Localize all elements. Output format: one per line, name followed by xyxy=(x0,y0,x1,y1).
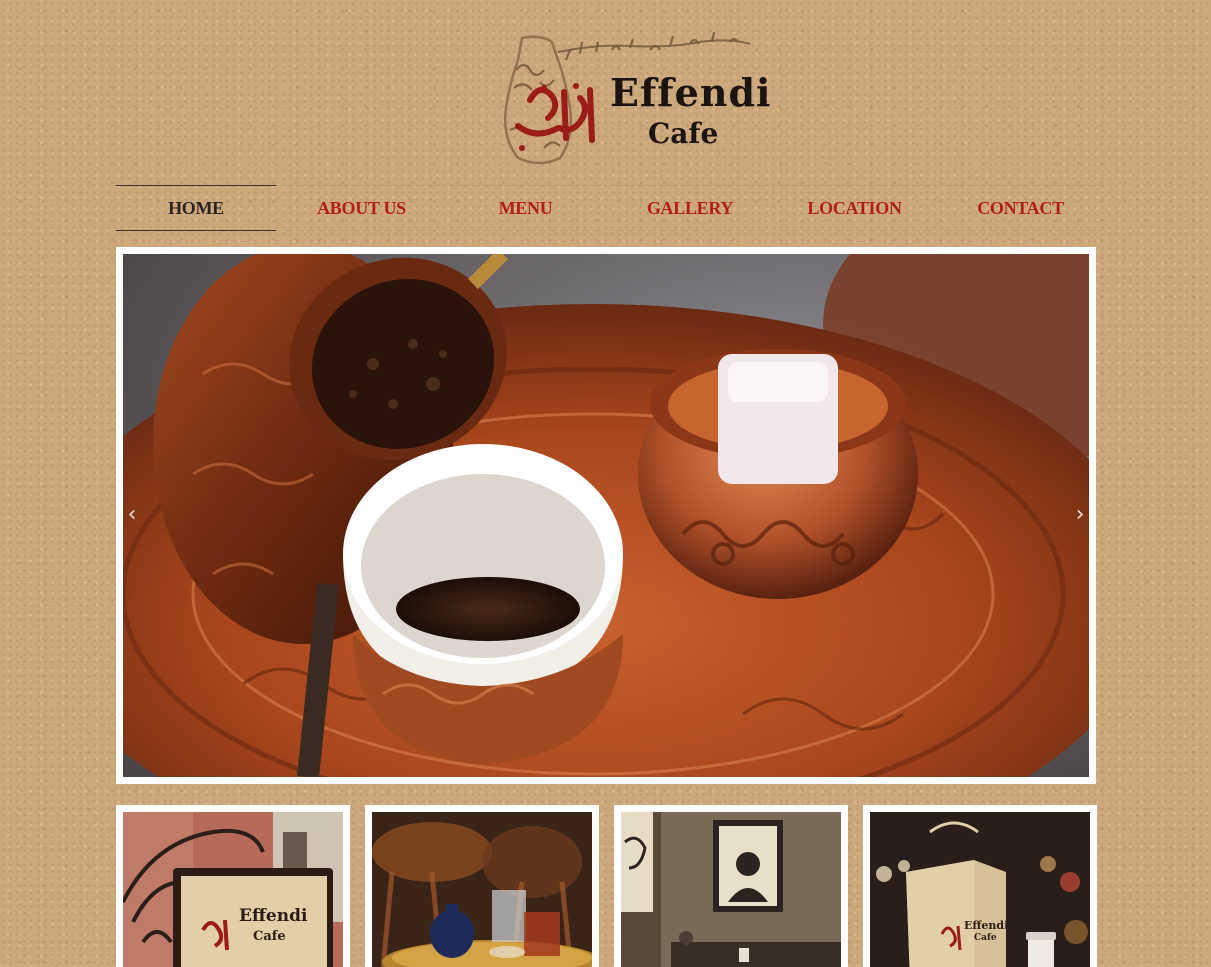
main-navigation: HOME ABOUT US MENU GALLERY LOCATION CONT… xyxy=(116,185,1101,231)
gallery-thumb-storefront[interactable]: Effendi Cafe xyxy=(116,805,350,967)
nav-item-about-us[interactable]: ABOUT US xyxy=(283,185,440,231)
nav-item-menu[interactable]: MENU xyxy=(447,185,604,231)
gallery-thumb-interior[interactable] xyxy=(614,805,848,967)
nav-item-contact[interactable]: CONTACT xyxy=(940,185,1101,231)
sign-brand-name: Effendi xyxy=(239,906,308,926)
hero-slideshow: ‹ › xyxy=(116,247,1096,784)
nav-item-location[interactable]: LOCATION xyxy=(776,185,933,231)
brand-name: Effendi xyxy=(610,70,772,115)
hero-image: ‹ › xyxy=(123,254,1089,777)
storefront-sign-photo: Effendi Cafe xyxy=(123,812,343,967)
gallery-thumb-shopping-bag[interactable]: Effendi Cafe xyxy=(863,805,1097,967)
nav-item-gallery[interactable]: GALLERY xyxy=(611,185,769,231)
slideshow-next-button[interactable]: › xyxy=(1073,502,1087,528)
turkish-coffee-photo xyxy=(123,254,1089,777)
bag-brand-name: Effendi xyxy=(964,919,1009,932)
brand-logo[interactable]: Effendi Cafe xyxy=(500,30,770,168)
chevron-right-icon: › xyxy=(1075,502,1085,527)
brand-subtitle: Cafe xyxy=(648,117,719,150)
shopping-bag-photo: Effendi Cafe xyxy=(870,812,1090,967)
slideshow-prev-button[interactable]: ‹ xyxy=(125,502,139,528)
nav-item-home[interactable]: HOME xyxy=(116,185,276,231)
sign-brand-subtitle: Cafe xyxy=(253,929,286,944)
tea-tray-photo xyxy=(372,812,592,967)
bag-brand-subtitle: Cafe xyxy=(974,933,997,943)
gallery-thumb-tea-tray[interactable] xyxy=(365,805,599,967)
cafe-interior-photo xyxy=(621,812,841,967)
chevron-left-icon: ‹ xyxy=(127,502,137,527)
